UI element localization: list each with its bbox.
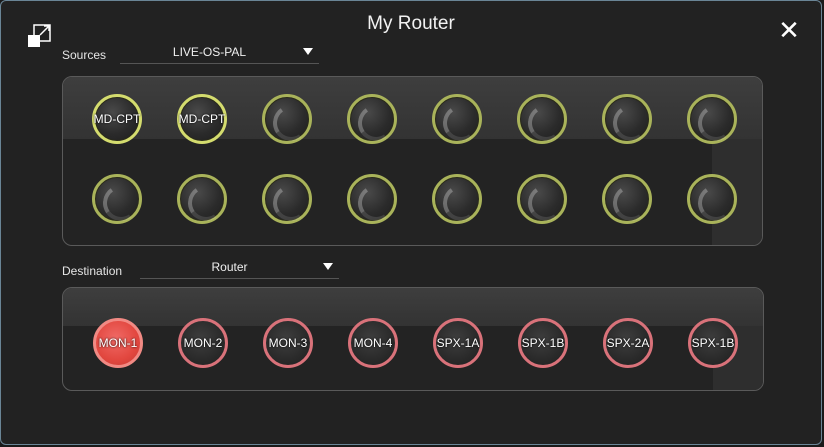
source-button[interactable]: MD-CPT	[92, 94, 142, 144]
destination-button-label: MON-4	[353, 336, 393, 350]
close-icon[interactable]: ✕	[777, 18, 801, 44]
sources-dropdown[interactable]: LIVE-OS-PAL	[120, 43, 319, 64]
source-button[interactable]	[92, 174, 142, 224]
window-title: My Router	[367, 13, 455, 34]
destination-button[interactable]: SPX-2A	[603, 318, 653, 368]
destination-label: Destination	[62, 264, 123, 278]
source-button[interactable]	[347, 174, 397, 224]
source-button[interactable]	[177, 174, 227, 224]
source-button[interactable]	[517, 174, 567, 224]
destination-button[interactable]: SPX-1B	[688, 318, 738, 368]
destination-button[interactable]: MON-3	[263, 318, 313, 368]
destination-button[interactable]: MON-1	[93, 318, 143, 368]
destination-button[interactable]: MON-2	[178, 318, 228, 368]
source-button[interactable]	[347, 94, 397, 144]
destination-button-label: MON-3	[268, 336, 308, 350]
sources-dropdown-value: LIVE-OS-PAL	[172, 45, 247, 59]
source-button[interactable]: MD-CPT	[177, 94, 227, 144]
destination-button[interactable]: SPX-1A	[433, 318, 483, 368]
source-button-label: MD-CPT	[93, 112, 141, 126]
destination-button[interactable]: SPX-1B	[518, 318, 568, 368]
destination-dropdown-value: Router	[211, 260, 248, 274]
source-button-label: MD-CPT	[178, 112, 226, 126]
source-button[interactable]	[687, 174, 737, 224]
sources-panel: MD-CPT MD-CPT	[62, 76, 763, 246]
destination-button-label: MON-2	[183, 336, 223, 350]
source-button[interactable]	[602, 174, 652, 224]
chevron-down-icon	[323, 263, 333, 270]
destination-button[interactable]: MON-4	[348, 318, 398, 368]
source-button[interactable]	[432, 174, 482, 224]
source-button[interactable]	[262, 94, 312, 144]
router-window: My Router ✕ Sources LIVE-OS-PAL MD-CPT MD…	[0, 0, 822, 445]
source-button[interactable]	[517, 94, 567, 144]
destination-button-label: SPX-1B	[521, 336, 565, 350]
destination-panel: MON-1 MON-2 MON-3 MON-4 SPX-1A SPX-1B SPX-2A SP…	[62, 287, 764, 391]
destination-button-label: SPX-1A	[436, 336, 480, 350]
chevron-down-icon	[303, 48, 313, 55]
source-button[interactable]	[432, 94, 482, 144]
sources-label: Sources	[62, 48, 107, 62]
source-button[interactable]	[687, 94, 737, 144]
destination-button-label: SPX-1B	[691, 336, 735, 350]
source-button[interactable]	[262, 174, 312, 224]
source-button[interactable]	[602, 94, 652, 144]
destination-button-label: SPX-2A	[606, 336, 650, 350]
destination-dropdown[interactable]: Router	[140, 258, 339, 279]
destination-button-label: MON-1	[98, 336, 138, 350]
expand-icon[interactable]	[27, 23, 53, 49]
